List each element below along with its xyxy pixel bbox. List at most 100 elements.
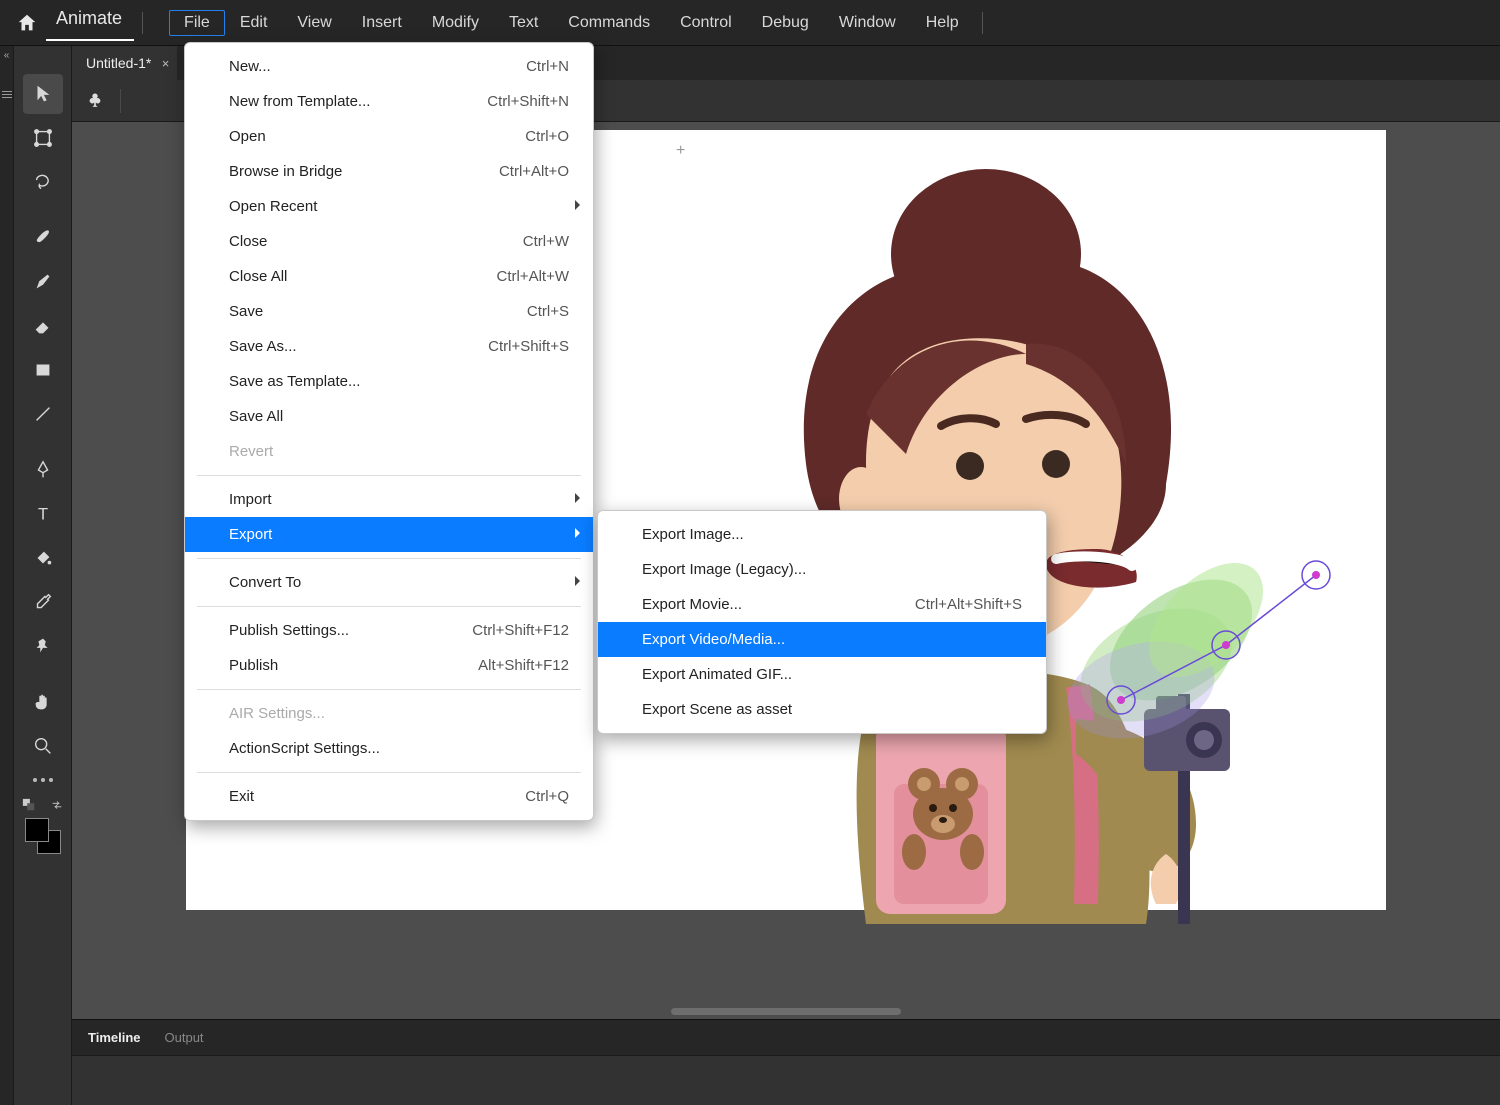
export-menu-item-export-animated-gif[interactable]: Export Animated GIF... <box>598 657 1046 692</box>
lasso-tool[interactable] <box>23 162 63 202</box>
menu-item-label: Save as Template... <box>229 373 360 390</box>
file-menu-item-close-all[interactable]: Close AllCtrl+Alt+W <box>185 259 593 294</box>
menu-item-label: Exit <box>229 788 254 805</box>
file-menu-item-convert-to[interactable]: Convert To <box>185 565 593 600</box>
hand-tool-icon <box>32 691 54 713</box>
foreground-swatch[interactable] <box>25 818 49 842</box>
menu-item-label: Save All <box>229 408 283 425</box>
registration-point-icon: + <box>676 142 685 160</box>
home-button[interactable] <box>10 6 44 40</box>
file-menu-item-save-as-template[interactable]: Save as Template... <box>185 364 593 399</box>
line-tool-icon <box>32 403 54 425</box>
close-icon[interactable]: × <box>162 56 170 71</box>
toolbar: T <box>14 46 72 1105</box>
tab-timeline[interactable]: Timeline <box>76 1022 153 1053</box>
panel-menu-icon[interactable] <box>2 89 12 100</box>
svg-text:T: T <box>37 506 47 524</box>
file-menu-item-exit[interactable]: Exit Ctrl+Q <box>185 779 593 814</box>
classic-brush-tool-icon <box>32 271 54 293</box>
file-menu-item-save[interactable]: SaveCtrl+S <box>185 294 593 329</box>
menu-item-label: Save <box>229 303 263 320</box>
lasso-tool-icon <box>32 171 54 193</box>
menu-item-shortcut: Ctrl+Shift+N <box>487 93 569 110</box>
timeline-panel[interactable] <box>72 1055 1500 1105</box>
classic-brush-tool[interactable] <box>23 262 63 302</box>
menu-modify[interactable]: Modify <box>417 10 494 36</box>
menu-divider <box>197 606 581 607</box>
export-menu-item-export-movie[interactable]: Export Movie...Ctrl+Alt+Shift+S <box>598 587 1046 622</box>
selection-tool[interactable] <box>23 74 63 114</box>
eraser-tool-icon <box>32 315 54 337</box>
pin-tool[interactable] <box>23 626 63 666</box>
file-menu-item-new[interactable]: New...Ctrl+N <box>185 49 593 84</box>
free-transform-tool[interactable] <box>23 118 63 158</box>
export-menu-item-export-image-legacy[interactable]: Export Image (Legacy)... <box>598 552 1046 587</box>
menu-debug[interactable]: Debug <box>747 10 824 36</box>
menu-text[interactable]: Text <box>494 10 553 36</box>
file-menu-item-open[interactable]: OpenCtrl+O <box>185 119 593 154</box>
menu-item-label: Export Image (Legacy)... <box>642 561 806 578</box>
menu-divider <box>197 558 581 559</box>
file-menu-item-save-as[interactable]: Save As... Ctrl+Shift+S <box>185 329 593 364</box>
file-menu-item-air-settings: AIR Settings... <box>185 696 593 731</box>
menu-view[interactable]: View <box>282 10 346 36</box>
hand-tool[interactable] <box>23 682 63 722</box>
export-menu-item-export-scene-as-asset[interactable]: Export Scene as asset <box>598 692 1046 727</box>
menu-insert[interactable]: Insert <box>347 10 417 36</box>
document-tab[interactable]: Untitled-1* × <box>72 46 177 80</box>
default-colors-icon[interactable] <box>22 798 36 812</box>
swap-colors-icon[interactable] <box>50 798 64 812</box>
zoom-tool[interactable] <box>23 726 63 766</box>
export-menu-item-export-video-media[interactable]: Export Video/Media... <box>598 622 1046 657</box>
menu-item-shortcut: Ctrl+Shift+S <box>488 338 569 355</box>
separator <box>120 89 121 113</box>
rectangle-tool[interactable] <box>23 350 63 390</box>
file-menu-item-open-recent[interactable]: Open Recent <box>185 189 593 224</box>
file-menu-dropdown: New...Ctrl+NNew from Template...Ctrl+Shi… <box>184 42 594 821</box>
free-transform-tool-icon <box>32 127 54 149</box>
scene-button[interactable] <box>80 86 110 116</box>
menu-help[interactable]: Help <box>911 10 974 36</box>
selection-tool-icon <box>32 83 54 105</box>
menu-item-label: Publish Settings... <box>229 622 349 639</box>
menu-item-shortcut: Ctrl+N <box>526 58 569 75</box>
file-menu-item-save-all[interactable]: Save All <box>185 399 593 434</box>
file-menu-item-close[interactable]: CloseCtrl+W <box>185 224 593 259</box>
file-menu-item-publish-settings[interactable]: Publish Settings...Ctrl+Shift+F12 <box>185 613 593 648</box>
menu-divider <box>197 475 581 476</box>
export-menu-item-export-image[interactable]: Export Image... <box>598 517 1046 552</box>
expand-panel-icon[interactable]: « <box>4 50 10 61</box>
menu-item-shortcut: Ctrl+W <box>523 233 569 250</box>
menu-item-label: Import <box>229 491 272 508</box>
file-menu-item-export[interactable]: Export <box>185 517 593 552</box>
color-swatches[interactable] <box>25 818 61 854</box>
tab-output[interactable]: Output <box>153 1022 216 1053</box>
menu-control[interactable]: Control <box>665 10 747 36</box>
file-menu-item-publish[interactable]: PublishAlt+Shift+F12 <box>185 648 593 683</box>
menu-window[interactable]: Window <box>824 10 911 36</box>
text-tool[interactable]: T <box>23 494 63 534</box>
menu-item-label: Save As... <box>229 338 297 355</box>
file-menu-item-actionscript-settings[interactable]: ActionScript Settings... <box>185 731 593 766</box>
menu-item-shortcut: Ctrl+Alt+W <box>496 268 569 285</box>
file-menu-item-browse-in-bridge[interactable]: Browse in BridgeCtrl+Alt+O <box>185 154 593 189</box>
eyedropper-tool[interactable] <box>23 582 63 622</box>
menu-list: FileEditViewInsertModifyTextCommandsCont… <box>169 10 974 36</box>
line-tool[interactable] <box>23 394 63 434</box>
menu-divider <box>197 689 581 690</box>
menu-commands[interactable]: Commands <box>553 10 665 36</box>
export-submenu-dropdown: Export Image... Export Image (Legacy)... E… <box>597 510 1047 734</box>
file-menu-item-new-from-template[interactable]: New from Template...Ctrl+Shift+N <box>185 84 593 119</box>
menu-separator <box>142 12 143 34</box>
brush-tool[interactable] <box>23 218 63 258</box>
file-menu-item-import[interactable]: Import <box>185 482 593 517</box>
menu-edit[interactable]: Edit <box>225 10 283 36</box>
pen-tool[interactable] <box>23 450 63 490</box>
menu-item-shortcut: Alt+Shift+F12 <box>478 657 569 674</box>
more-tools-icon[interactable] <box>33 778 53 782</box>
menu-file[interactable]: File <box>169 10 225 36</box>
eraser-tool[interactable] <box>23 306 63 346</box>
horizontal-scrollbar[interactable] <box>671 1008 901 1015</box>
paint-bucket-tool[interactable] <box>23 538 63 578</box>
menu-item-shortcut: Ctrl+Q <box>525 788 569 805</box>
